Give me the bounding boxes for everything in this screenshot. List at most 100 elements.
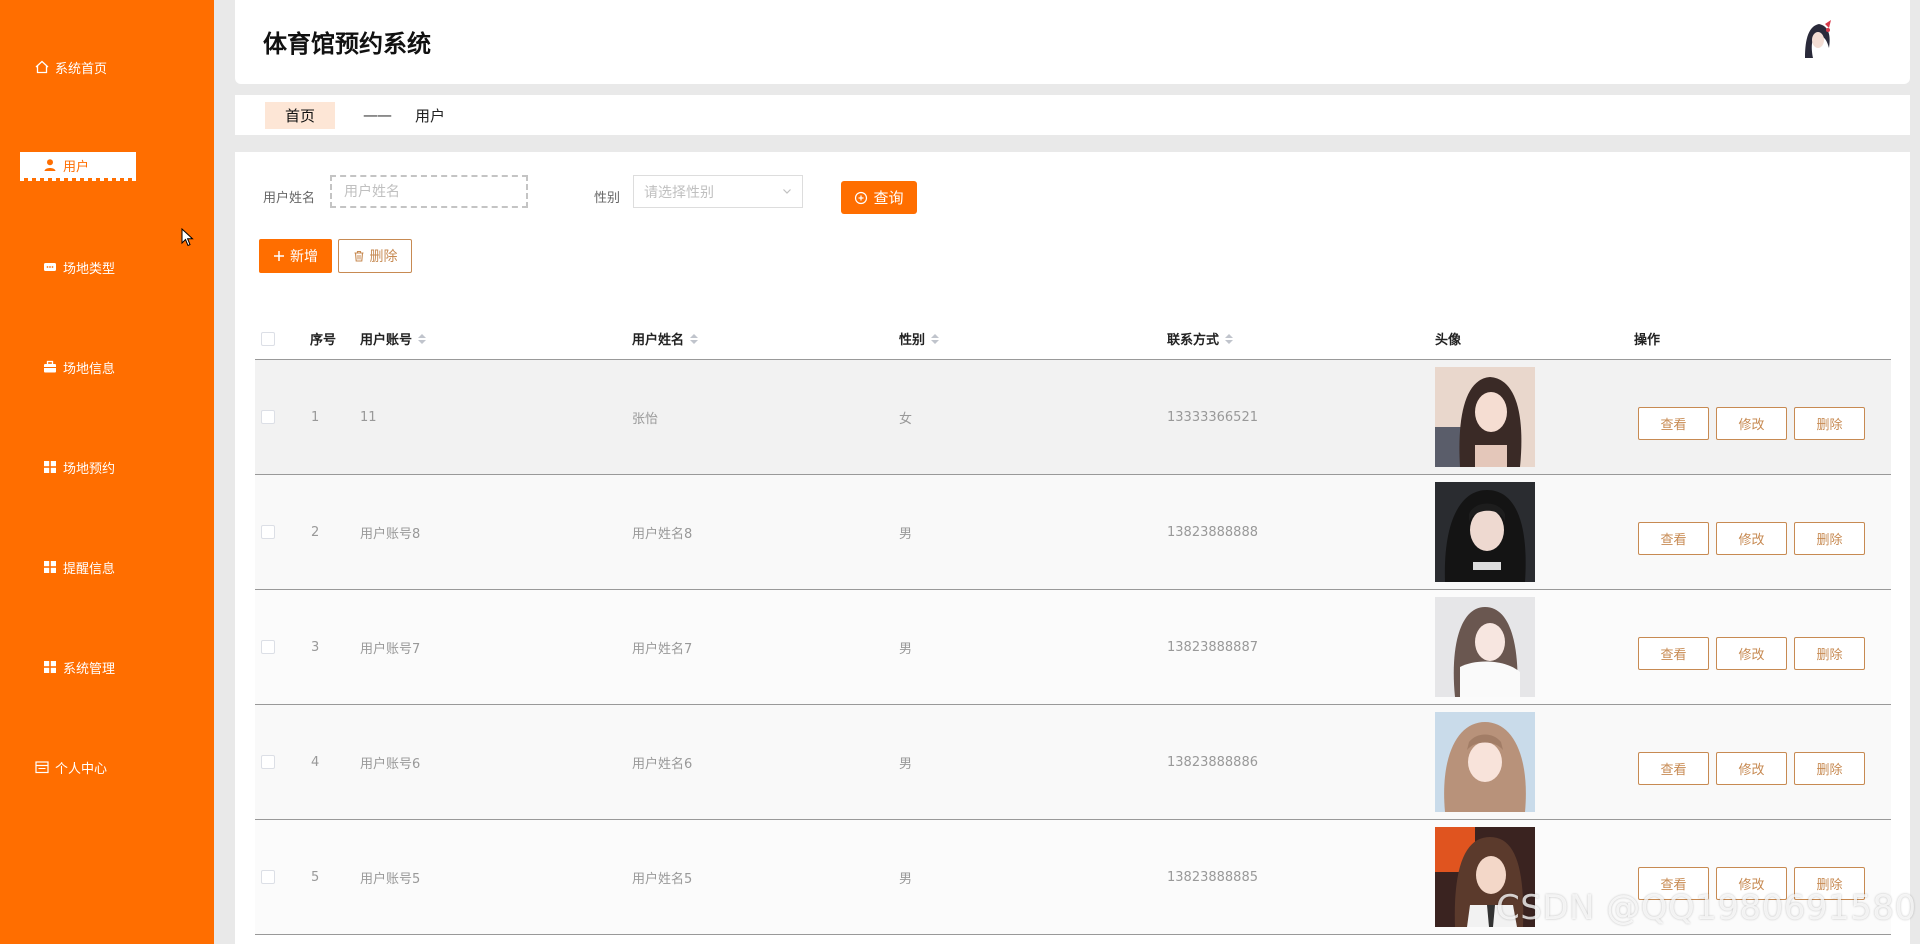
- row-checkbox[interactable]: [261, 410, 275, 424]
- sidebar-item-reminders[interactable]: 提醒信息: [0, 552, 214, 582]
- view-button[interactable]: 查看: [1638, 752, 1709, 785]
- header-avatar-label: 头像: [1435, 333, 1462, 348]
- mouse-cursor-icon: [181, 228, 194, 247]
- edit-button[interactable]: 修改: [1716, 752, 1787, 785]
- chevron-down-icon: [782, 184, 792, 200]
- view-button[interactable]: 查看: [1638, 407, 1709, 440]
- add-button[interactable]: 新增: [259, 239, 332, 273]
- briefcase-icon: [42, 359, 58, 375]
- cell-gender: 男: [899, 756, 913, 772]
- gender-select-placeholder: 请选择性别: [644, 184, 714, 201]
- user-photo: [1435, 597, 1535, 697]
- cell-phone: 13823888888: [1167, 524, 1258, 540]
- sidebar-item-label: 提醒信息: [63, 561, 116, 577]
- cell-account: 11: [360, 409, 377, 425]
- delete-button[interactable]: 删除: [1794, 867, 1865, 900]
- active-item-highlight: 用户: [20, 152, 136, 181]
- breadcrumb: 首页 —— 用户: [235, 95, 1910, 135]
- header-gender[interactable]: 性别: [899, 317, 940, 360]
- sidebar-item-users[interactable]: 用户: [0, 150, 214, 181]
- table-header: 序号 用户账号 用户姓名 性别 联系方式 头像 操作: [255, 317, 1891, 360]
- header-avatar: 头像: [1435, 317, 1461, 360]
- cell-phone: 13823888886: [1167, 754, 1258, 770]
- batch-delete-button[interactable]: 删除: [338, 239, 412, 273]
- edit-button[interactable]: 修改: [1716, 867, 1787, 900]
- user-photo: [1435, 367, 1535, 467]
- cell-name: 用户姓名6: [632, 756, 693, 772]
- header-name[interactable]: 用户姓名: [632, 317, 699, 360]
- cell-gender: 男: [899, 641, 913, 657]
- cell-account: 用户账号5: [360, 871, 421, 887]
- header-account[interactable]: 用户账号: [360, 317, 427, 360]
- table-row: 4 用户账号6 用户姓名6 男 13823888886 查看 修改 删除: [255, 705, 1891, 820]
- user-icon: [42, 157, 58, 173]
- delete-button[interactable]: 删除: [1794, 522, 1865, 555]
- header-phone-label: 联系方式: [1167, 333, 1220, 348]
- sidebar-item-system-management[interactable]: 系统管理: [0, 652, 214, 682]
- sort-icon[interactable]: [1225, 333, 1234, 344]
- trash-icon: [353, 250, 365, 262]
- delete-button[interactable]: 删除: [1794, 752, 1865, 785]
- sidebar-item-home[interactable]: 系统首页: [0, 52, 214, 82]
- main-panel: 用户姓名 性别 请选择性别 查询 新增 删除 序号 用户账号 用户姓名 性别: [235, 152, 1910, 944]
- delete-button[interactable]: 删除: [1794, 407, 1865, 440]
- table-row: 1 11 张怡 女 13333366521 查看 修改 删除: [255, 360, 1891, 475]
- cell-gender: 男: [899, 526, 913, 542]
- user-photo: [1435, 827, 1535, 927]
- sort-icon[interactable]: [690, 333, 699, 344]
- cell-phone: 13823888885: [1167, 869, 1258, 885]
- cell-name: 用户姓名5: [632, 871, 693, 887]
- select-all-checkbox[interactable]: [261, 331, 275, 346]
- edit-button[interactable]: 修改: [1716, 522, 1787, 555]
- cell-account: 用户账号7: [360, 641, 421, 657]
- cell-name: 用户姓名7: [632, 641, 693, 657]
- user-photo: [1435, 712, 1535, 812]
- cell-gender: 女: [899, 411, 913, 427]
- row-checkbox[interactable]: [261, 640, 275, 654]
- view-button[interactable]: 查看: [1638, 637, 1709, 670]
- sidebar-item-label: 系统管理: [63, 661, 116, 677]
- chat-icon: [42, 259, 58, 275]
- table-row: 5 用户账号5 用户姓名5 男 13823888885 查看 修改 删除: [255, 820, 1891, 935]
- header-actions-label: 操作: [1634, 333, 1661, 348]
- sidebar-item-label: 场地预约: [63, 461, 116, 477]
- cell-index: 2: [311, 524, 320, 540]
- sidebar-item-label: 场地类型: [63, 261, 116, 277]
- edit-button[interactable]: 修改: [1716, 637, 1787, 670]
- cell-index: 1: [311, 409, 320, 425]
- query-button[interactable]: 查询: [841, 181, 917, 214]
- cell-name: 用户姓名8: [632, 526, 693, 542]
- row-checkbox[interactable]: [261, 525, 275, 539]
- row-checkbox[interactable]: [261, 870, 275, 884]
- top-header: 体育馆预约系统: [235, 0, 1910, 84]
- cell-index: 3: [311, 639, 320, 655]
- header-gender-label: 性别: [899, 333, 926, 348]
- users-table: 序号 用户账号 用户姓名 性别 联系方式 头像 操作 1 11 张怡 女 133…: [255, 317, 1891, 935]
- sidebar-item-venue-info[interactable]: 场地信息: [0, 352, 214, 382]
- breadcrumb-current: 用户: [415, 106, 446, 125]
- batch-delete-label: 删除: [369, 249, 398, 265]
- delete-button[interactable]: 删除: [1794, 637, 1865, 670]
- user-photo: [1435, 482, 1535, 582]
- gender-select[interactable]: 请选择性别: [633, 175, 803, 208]
- header-actions: 操作: [1634, 317, 1660, 360]
- home-icon: [34, 59, 50, 75]
- breadcrumb-home[interactable]: 首页: [265, 101, 336, 129]
- sidebar-item-venue-booking[interactable]: 场地预约: [0, 452, 214, 482]
- edit-button[interactable]: 修改: [1716, 407, 1787, 440]
- view-button[interactable]: 查看: [1638, 522, 1709, 555]
- user-avatar[interactable]: [1795, 18, 1839, 62]
- row-checkbox[interactable]: [261, 755, 275, 769]
- cell-name: 张怡: [632, 411, 659, 427]
- header-name-label: 用户姓名: [632, 333, 685, 348]
- view-button[interactable]: 查看: [1638, 867, 1709, 900]
- sidebar-item-label: 场地信息: [63, 361, 116, 377]
- sidebar-item-profile[interactable]: 个人中心: [0, 752, 214, 782]
- name-search-input[interactable]: [330, 175, 528, 208]
- search-plus-icon: [854, 191, 868, 205]
- sidebar-item-venue-types[interactable]: 场地类型: [0, 252, 214, 282]
- sort-icon[interactable]: [418, 333, 427, 344]
- grid-icon: [42, 559, 58, 575]
- header-phone[interactable]: 联系方式: [1167, 317, 1234, 360]
- sort-icon[interactable]: [931, 333, 940, 344]
